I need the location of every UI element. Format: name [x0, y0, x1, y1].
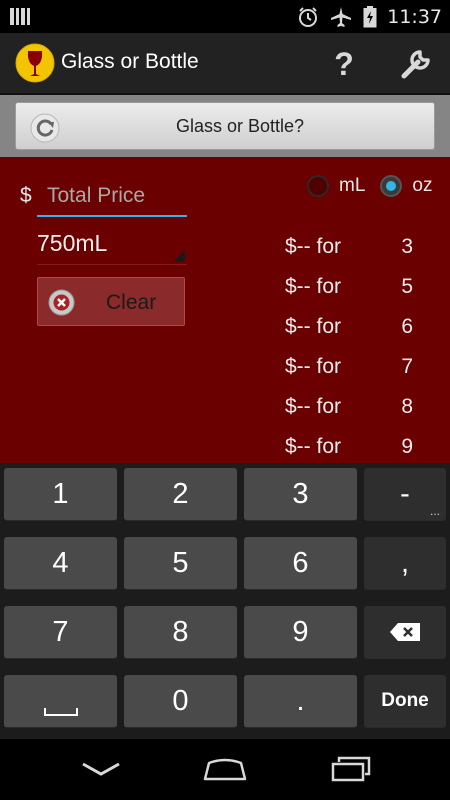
battery-charging-icon — [363, 6, 377, 28]
key-period[interactable]: . — [244, 675, 357, 728]
more-options-icon: ... — [429, 504, 440, 518]
clear-button[interactable]: Clear — [37, 277, 185, 326]
result-amount: 5 — [401, 275, 413, 298]
numeric-keyboard: 1 2 3 - ... 4 5 6 , 7 8 9 0 . Done — [0, 463, 450, 739]
result-amount: 9 — [401, 435, 413, 458]
result-row: $-- for 7 — [285, 355, 425, 395]
result-price: $-- for — [285, 235, 342, 258]
result-price: $-- for — [285, 315, 342, 338]
signal-bars-icon — [10, 8, 30, 25]
result-row: $-- for 3 — [285, 235, 425, 275]
volume-selected-value: 750mL — [37, 230, 108, 256]
result-price: $-- for — [285, 275, 342, 298]
clear-x-icon — [48, 289, 75, 316]
recent-apps-icon — [331, 756, 371, 782]
wrench-icon — [401, 50, 430, 79]
key-5[interactable]: 5 — [124, 537, 237, 590]
radio-oz-label: oz — [412, 175, 433, 196]
back-icon — [82, 762, 120, 776]
key-backspace[interactable] — [364, 606, 446, 659]
result-amount: 7 — [401, 355, 413, 378]
action-bar: Glass or Bottle ? — [0, 33, 450, 95]
backspace-icon — [390, 623, 420, 641]
key-7[interactable]: 7 — [4, 606, 117, 659]
dropdown-caret-icon — [173, 250, 185, 262]
glass-or-bottle-button[interactable]: Glass or Bottle? — [15, 102, 435, 150]
clear-label: Clear — [106, 291, 157, 314]
radio-ml[interactable] — [307, 175, 329, 197]
calculator-panel: $ 750mL Clear mL oz $-- for 3 $-- for 5 … — [0, 157, 450, 463]
currency-symbol: $ — [20, 184, 32, 207]
result-row: $-- for 5 — [285, 275, 425, 315]
result-amount: 6 — [401, 315, 413, 338]
key-8[interactable]: 8 — [124, 606, 237, 659]
key-space[interactable] — [4, 675, 117, 728]
result-row: $-- for 9 — [285, 435, 425, 463]
result-price: $-- for — [285, 395, 342, 418]
app-title: Glass or Bottle — [61, 50, 199, 73]
key-1[interactable]: 1 — [4, 468, 117, 521]
unit-radio-group: mL oz — [307, 175, 447, 197]
home-icon — [203, 758, 247, 781]
clock-time: 11:37 — [387, 6, 442, 28]
volume-dropdown[interactable]: 750mL — [37, 225, 187, 265]
alarm-icon — [299, 7, 318, 27]
results-list: $-- for 3 $-- for 5 $-- for 6 $-- for 7 … — [285, 235, 425, 463]
question-mark-icon: ? — [334, 45, 354, 82]
radio-ml-label: mL — [339, 175, 366, 196]
navigation-bar — [0, 739, 450, 800]
nav-back-button[interactable] — [71, 751, 131, 787]
result-price: $-- for — [285, 435, 342, 458]
key-done[interactable]: Done — [364, 675, 446, 728]
result-price: $-- for — [285, 355, 342, 378]
key-2[interactable]: 2 — [124, 468, 237, 521]
nav-home-button[interactable] — [195, 751, 255, 787]
result-amount: 8 — [401, 395, 413, 418]
help-button[interactable]: ? — [320, 40, 368, 88]
airplane-icon — [331, 7, 352, 27]
key-6[interactable]: 6 — [244, 537, 357, 590]
status-bar: 11:37 — [0, 0, 450, 33]
radio-oz[interactable] — [380, 175, 403, 197]
nav-recent-apps-button[interactable] — [321, 751, 381, 787]
result-row: $-- for 8 — [285, 395, 425, 435]
total-price-input[interactable] — [37, 177, 187, 217]
status-icons: 11:37 — [297, 4, 442, 30]
key-3[interactable]: 3 — [244, 468, 357, 521]
toolbar-strip: Glass or Bottle? — [0, 95, 450, 157]
key-comma[interactable]: , — [364, 537, 446, 590]
key-9[interactable]: 9 — [244, 606, 357, 659]
result-amount: 3 — [401, 235, 413, 258]
key-0[interactable]: 0 — [124, 675, 237, 728]
app-logo-icon[interactable] — [15, 43, 55, 83]
result-row: $-- for 6 — [285, 315, 425, 355]
space-bar-icon — [43, 708, 78, 716]
settings-button[interactable] — [392, 40, 440, 88]
key-minus-label: - — [400, 477, 410, 510]
key-4[interactable]: 4 — [4, 537, 117, 590]
key-minus[interactable]: - ... — [364, 468, 446, 521]
glass-or-bottle-label: Glass or Bottle? — [175, 116, 305, 136]
